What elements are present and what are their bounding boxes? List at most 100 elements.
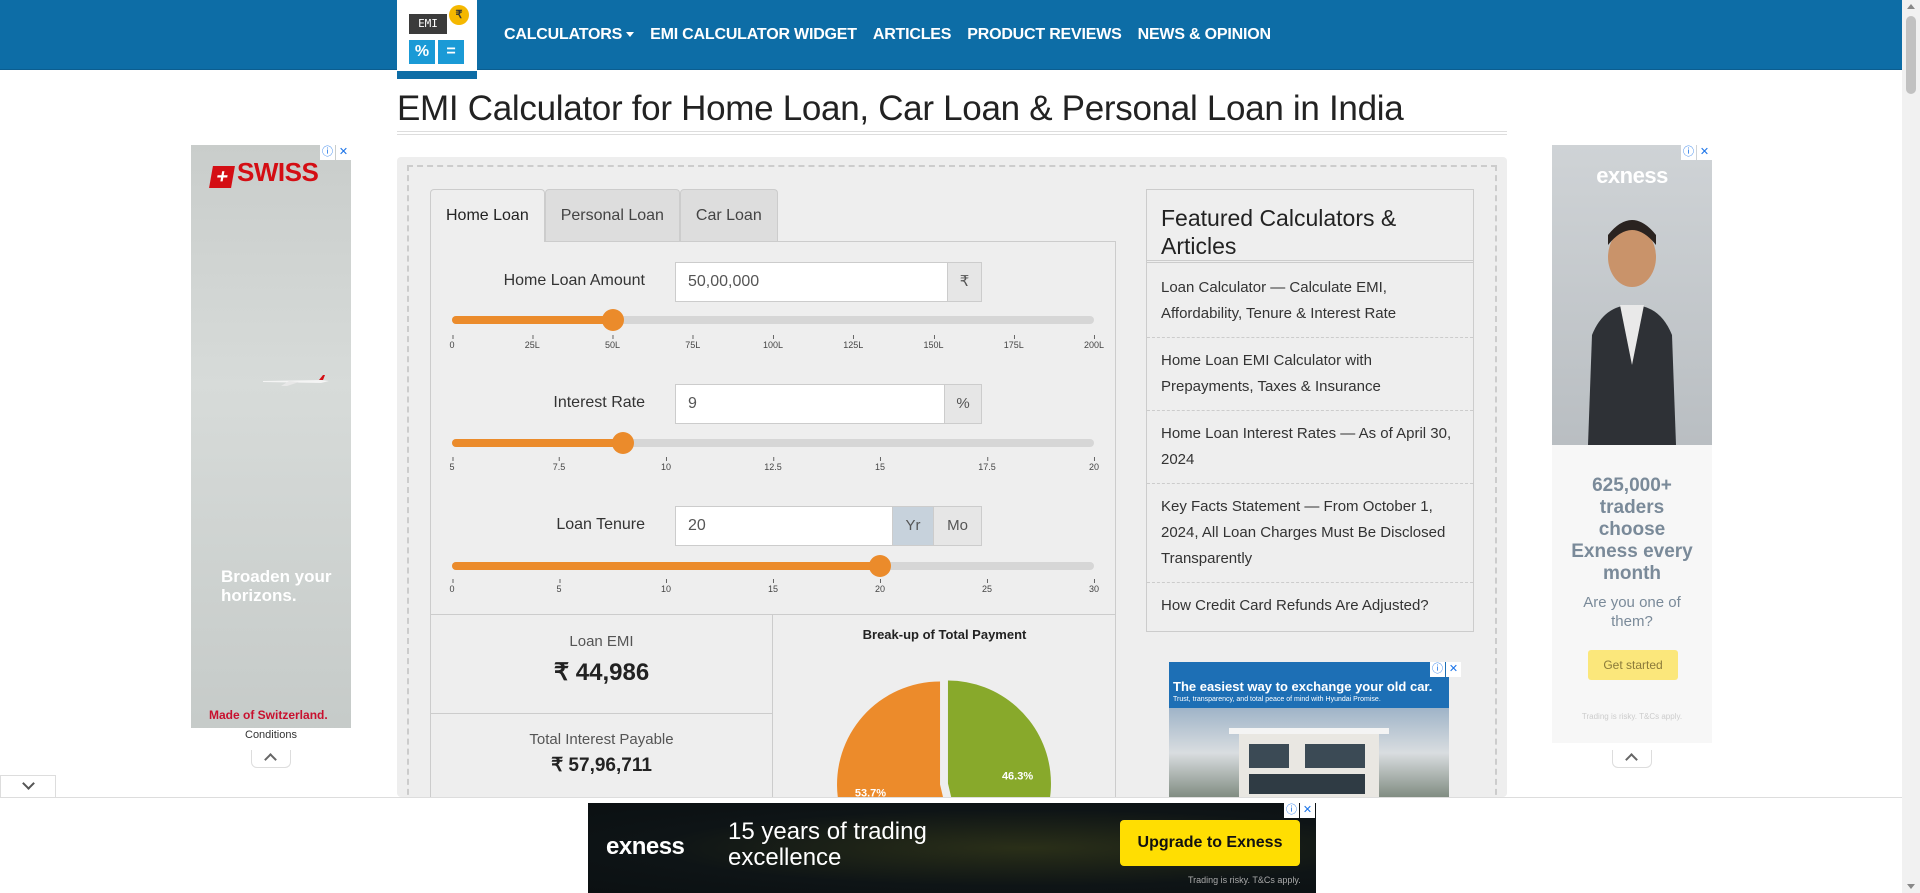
nav-news-opinion[interactable]: NEWS & OPINION xyxy=(1138,26,1271,44)
results-section: Loan EMI ₹ 44,986 Total Interest Payable… xyxy=(430,614,1116,797)
loan-tenure-input[interactable]: 20 xyxy=(675,506,893,546)
chevron-up-icon xyxy=(1625,753,1638,766)
tick-label: 20 xyxy=(1088,457,1100,472)
adchoices-icon[interactable]: ⓘ xyxy=(1681,145,1696,160)
exness-logo: exness xyxy=(1596,163,1668,188)
scrollbar-thumb[interactable] xyxy=(1906,16,1916,94)
scroll-down-arrow-icon[interactable] xyxy=(1907,884,1915,889)
tick-label: 150L xyxy=(923,335,944,350)
pie-slice-label: 46.3% xyxy=(1002,770,1033,782)
tab-home-loan[interactable]: Home Loan xyxy=(430,189,545,241)
close-icon[interactable]: ✕ xyxy=(1697,145,1712,160)
featured-link[interactable]: How Credit Card Refunds Are Adjusted? xyxy=(1147,593,1473,629)
nav-articles[interactable]: ARTICLES xyxy=(873,26,952,44)
adchoices-icon[interactable]: ⓘ xyxy=(1284,803,1299,818)
left-ad-tagline: Broaden your horizons. xyxy=(221,567,332,605)
airplane-icon xyxy=(263,375,329,386)
car-exchange-ad[interactable]: The easiest way to exchange your old car… xyxy=(1169,662,1449,798)
interest-rate-input[interactable]: 9 xyxy=(675,384,945,424)
tick-label: 20 xyxy=(874,579,886,594)
loan-tenure-label: Loan Tenure xyxy=(556,516,645,533)
featured-link[interactable]: Loan Calculator — Calculate EMI, Afforda… xyxy=(1147,275,1473,338)
close-icon[interactable]: ✕ xyxy=(336,145,351,160)
main-nav: CALCULATORS EMI CALCULATOR WIDGET ARTICL… xyxy=(504,0,1287,70)
right-ad-cta-button[interactable]: Get started xyxy=(1588,650,1678,680)
rupee-addon: ₹ xyxy=(947,262,982,302)
tick-label: 0 xyxy=(449,579,455,594)
results-summary: Loan EMI ₹ 44,986 Total Interest Payable… xyxy=(430,615,773,797)
loan-amount-label: Home Loan Amount xyxy=(503,272,645,289)
left-ad-conditions[interactable]: Conditions xyxy=(191,728,351,743)
tick-label: 75L xyxy=(685,335,701,350)
percent-addon: % xyxy=(944,384,982,424)
collapse-bottom-ad-button[interactable] xyxy=(0,775,56,797)
loan-amount-slider[interactable] xyxy=(452,309,1094,331)
right-ad-banner[interactable]: exness 625,000+ traders choose Exness ev… xyxy=(1552,145,1712,743)
tick-label: 10 xyxy=(660,457,672,472)
interest-result: Total Interest Payable ₹ 57,96,711 xyxy=(430,731,773,777)
close-icon[interactable]: ✕ xyxy=(1300,803,1315,818)
left-ad-made-of: Made of Switzerland. xyxy=(209,708,328,722)
loan-amount-input[interactable]: 50,00,000 xyxy=(675,262,948,302)
page-scrollbar[interactable] xyxy=(1902,0,1920,893)
tick-label: 0 xyxy=(449,335,455,350)
page-title: EMI Calculator for Home Loan, Car Loan &… xyxy=(397,89,1404,128)
featured-link[interactable]: Home Loan EMI Calculator with Prepayment… xyxy=(1147,348,1473,411)
pie-slice xyxy=(947,680,1051,797)
collapse-right-ad-button[interactable] xyxy=(1612,750,1652,768)
house-illustration xyxy=(1229,728,1389,798)
nav-product-reviews[interactable]: PRODUCT REVIEWS xyxy=(967,26,1122,44)
featured-divider xyxy=(1147,260,1473,263)
loan-amount-ticks: 0 25L 50L 75L 100L 125L 150L 175L 200L xyxy=(449,335,1104,360)
tick-label: 125L xyxy=(843,335,864,350)
title-divider xyxy=(397,131,1507,135)
tick-label: 100L xyxy=(762,335,784,350)
interest-rate-slider[interactable] xyxy=(452,432,1094,454)
nav-calculators[interactable]: CALCULATORS xyxy=(504,26,635,44)
adchoices-icon[interactable]: ⓘ xyxy=(1430,662,1445,677)
logo-screen: EMI xyxy=(409,14,447,34)
bottom-ad-headline: 15 years of trading excellence xyxy=(728,818,927,871)
featured-link[interactable]: Key Facts Statement — From October 1, 20… xyxy=(1147,494,1473,583)
interest-value: ₹ 57,96,711 xyxy=(551,755,652,776)
chevron-down-icon xyxy=(626,32,635,38)
featured-title: Featured Calculators & Articles xyxy=(1161,205,1397,259)
tick-label: 25L xyxy=(524,335,540,350)
featured-list: Loan Calculator — Calculate EMI, Afforda… xyxy=(1147,275,1473,639)
scroll-up-arrow-icon[interactable] xyxy=(1907,4,1915,9)
tick-label: 5 xyxy=(449,457,455,472)
right-ad-stat: 625,000+ traders choose Exness every mon… xyxy=(1571,475,1693,584)
loan-tenure-slider[interactable] xyxy=(452,555,1094,577)
nav-emi-widget[interactable]: EMI CALCULATOR WIDGET xyxy=(650,26,857,44)
emi-value: ₹ 44,986 xyxy=(553,659,650,686)
chevron-up-icon xyxy=(264,753,277,766)
bottom-ad-banner[interactable]: exness 15 years of trading excellence Up… xyxy=(588,803,1316,893)
tab-car-loan[interactable]: Car Loan xyxy=(679,189,778,241)
rupee-coin-icon: ₹ xyxy=(449,5,469,25)
emi-result: Loan EMI ₹ 44,986 xyxy=(430,633,773,687)
featured-link[interactable]: Home Loan Interest Rates — As of April 3… xyxy=(1147,421,1473,484)
loan-amount-slider-handle[interactable] xyxy=(601,309,624,331)
tenure-year-toggle[interactable]: Yr xyxy=(892,506,934,546)
person-image xyxy=(1588,220,1676,445)
swiss-brand: SWISS xyxy=(237,157,319,187)
left-ad-banner[interactable]: + SWISS Broaden your horizons. Made of Sw… xyxy=(191,145,351,743)
car-ad-subline: Trust, transparency, and total peace of … xyxy=(1173,696,1381,703)
loan-tenure-slider-handle[interactable] xyxy=(869,555,892,577)
results-divider xyxy=(430,713,773,714)
loan-tenure-ticks: 0 5 10 15 20 25 30 xyxy=(449,579,1099,604)
emi-label: Loan EMI xyxy=(569,633,634,650)
tick-label: 10 xyxy=(660,579,672,594)
tab-pane-top-border xyxy=(544,241,1116,242)
site-logo[interactable]: EMI ₹ % = xyxy=(397,0,477,79)
bottom-ad-cta-button[interactable]: Upgrade to Exness xyxy=(1120,820,1300,866)
collapse-left-ad-button[interactable] xyxy=(251,750,291,768)
tenure-month-toggle[interactable]: Mo xyxy=(933,506,982,546)
bottom-ad-fine-print: Trading is risky. T&Cs apply. xyxy=(1188,875,1301,885)
close-icon[interactable]: ✕ xyxy=(1446,662,1461,677)
adchoices-icon[interactable]: ⓘ xyxy=(320,145,335,160)
tab-personal-loan[interactable]: Personal Loan xyxy=(544,189,680,241)
featured-panel: Featured Calculators & Articles Loan Cal… xyxy=(1146,189,1474,632)
payment-pie-chart: 46.3% 53.7% xyxy=(837,680,1051,797)
tick-label: 30 xyxy=(1088,579,1100,594)
